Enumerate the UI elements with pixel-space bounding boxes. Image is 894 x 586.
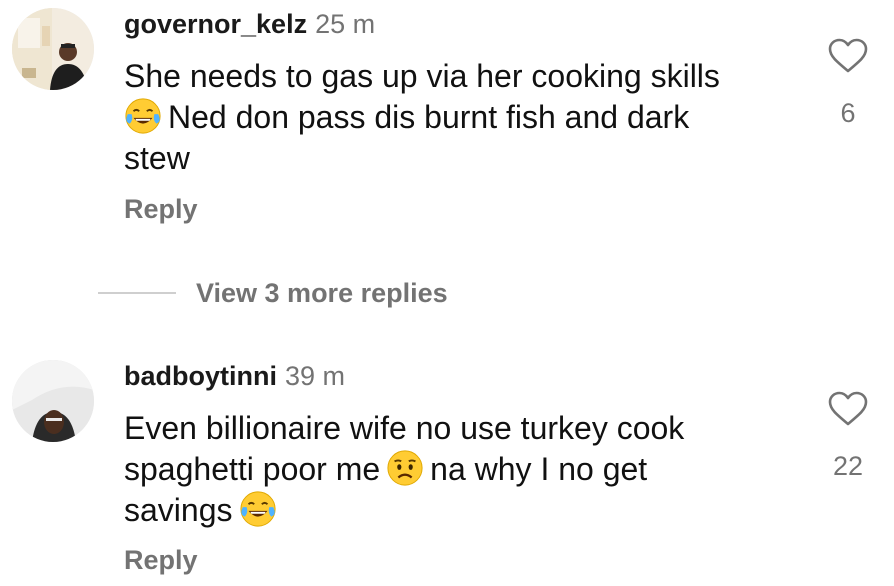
avatar[interactable] bbox=[12, 8, 94, 90]
reply-button[interactable]: Reply bbox=[124, 545, 198, 576]
view-more-replies-label[interactable]: View 3 more replies bbox=[196, 278, 448, 309]
username[interactable]: badboytinni bbox=[124, 361, 277, 391]
avatar[interactable] bbox=[12, 360, 94, 442]
comment-line: She needs to gas up via her cooking skil… bbox=[124, 58, 720, 94]
face-with-tears-of-joy-icon bbox=[125, 98, 161, 134]
comment-text: Even billionaire wife no use turkey cook… bbox=[124, 408, 764, 531]
comment-line: savings bbox=[124, 490, 764, 531]
reply-button[interactable]: Reply bbox=[124, 194, 198, 225]
avatar-image bbox=[12, 360, 94, 442]
view-more-replies[interactable]: View 3 more replies bbox=[98, 276, 448, 310]
comment-line-text: spaghetti poor me bbox=[124, 451, 381, 487]
heart-icon[interactable] bbox=[828, 391, 868, 427]
comment-line: Even billionaire wife no use turkey cook bbox=[124, 410, 685, 446]
comment-line: stew bbox=[124, 140, 190, 176]
like-count: 22 bbox=[832, 451, 864, 481]
comment-meta: governor_kelz 25 m bbox=[124, 8, 375, 40]
comment-line: spaghetti poor me na why I no get bbox=[124, 449, 764, 490]
username[interactable]: governor_kelz bbox=[124, 9, 307, 39]
comment-badboytinni: badboytinni 39 m Even billionaire wife no… bbox=[0, 355, 894, 586]
timestamp: 25 m bbox=[315, 9, 376, 39]
like-column: 6 bbox=[826, 38, 870, 129]
heart-icon[interactable] bbox=[828, 38, 868, 74]
comment-text: She needs to gas up via her cooking skil… bbox=[124, 56, 764, 179]
replies-divider bbox=[98, 292, 176, 294]
comment-line-text: na why I no get bbox=[430, 451, 648, 487]
comment-line-text: savings bbox=[124, 492, 233, 528]
comment-governor-kelz: governor_kelz 25 m She needs to gas up vi… bbox=[0, 0, 894, 260]
comment-meta: badboytinni 39 m bbox=[124, 360, 345, 392]
timestamp: 39 m bbox=[284, 361, 346, 391]
comment-line: Ned don pass dis burnt fish and dark bbox=[124, 97, 764, 138]
avatar-image bbox=[12, 8, 94, 90]
comment-line-text: Ned don pass dis burnt fish and dark bbox=[168, 99, 690, 135]
face-with-tears-of-joy-icon bbox=[239, 491, 276, 527]
like-count: 6 bbox=[840, 98, 856, 128]
worried-face-icon bbox=[387, 450, 423, 486]
like-column: 22 bbox=[826, 391, 870, 482]
